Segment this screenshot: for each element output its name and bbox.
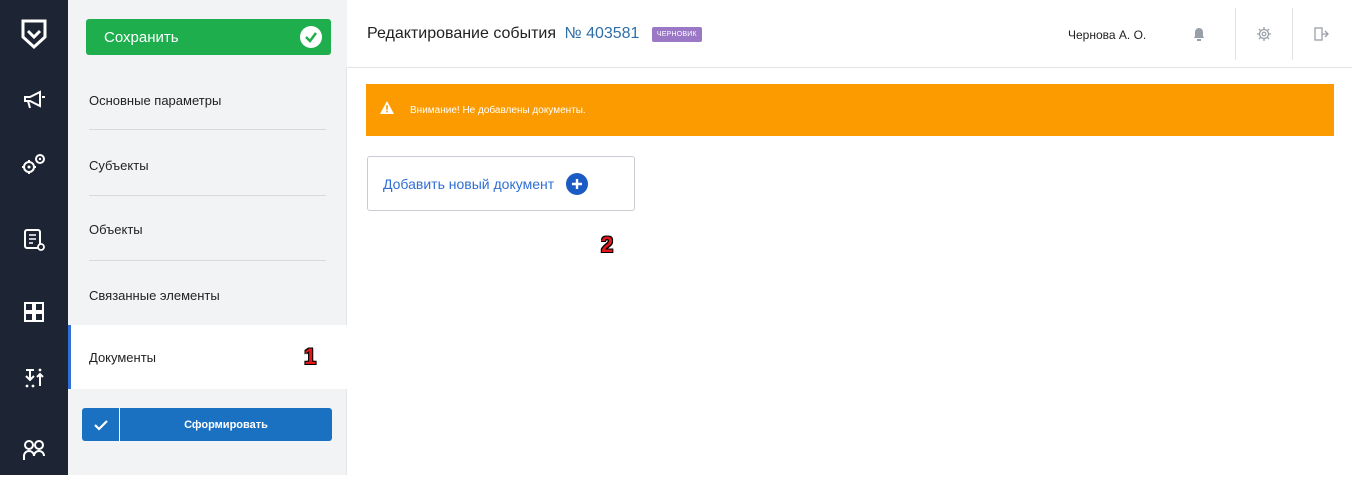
- gear-icon[interactable]: [1236, 16, 1292, 52]
- plus-circle-icon: [566, 172, 589, 195]
- document-list-icon[interactable]: [0, 208, 68, 272]
- warning-alert: Внимание! Не добавлены документы.: [366, 84, 1334, 136]
- nav-divider: [89, 195, 326, 196]
- nav-item-label: Субъекты: [89, 157, 149, 173]
- bell-icon[interactable]: [1171, 16, 1227, 52]
- nav-item-label: Объекты: [89, 221, 143, 237]
- annotation-marker-1: 1: [304, 344, 317, 369]
- check-icon: [82, 408, 120, 441]
- gears-icon[interactable]: [0, 132, 68, 196]
- page-title-text: Редактирование события: [367, 25, 556, 42]
- nav-item-label: Документы: [89, 349, 157, 365]
- users-icon[interactable]: [0, 418, 68, 482]
- nav-item-objects[interactable]: Объекты: [68, 197, 347, 261]
- page-header: Редактирование события № 403581 ЧЕРНОВИК…: [347, 0, 1352, 68]
- check-circle-icon: [300, 26, 322, 48]
- nav-item-related-elements[interactable]: Связанные элементы: [68, 263, 347, 327]
- save-button[interactable]: Сохранить: [86, 19, 331, 55]
- megaphone-icon[interactable]: [0, 68, 68, 132]
- save-area: Сохранить: [68, 0, 347, 68]
- nav-item-label: Связанные элементы: [89, 287, 220, 303]
- event-number: № 403581: [564, 25, 640, 42]
- form-button[interactable]: Сформировать: [82, 408, 332, 441]
- section-nav: Сохранить Основные параметры Субъекты Об…: [68, 0, 347, 475]
- nav-divider: [89, 260, 326, 261]
- warning-icon: [380, 101, 394, 119]
- warning-text: Внимание! Не добавлены документы.: [410, 104, 586, 116]
- logout-icon[interactable]: [1293, 16, 1349, 52]
- app-rail: [0, 0, 68, 475]
- nav-divider: [89, 129, 326, 130]
- nav-item-main-params[interactable]: Основные параметры: [68, 68, 347, 132]
- page-title: Редактирование события № 403581 ЧЕРНОВИК: [367, 25, 702, 43]
- status-badge: ЧЕРНОВИК: [651, 27, 702, 42]
- save-button-label: Сохранить: [104, 28, 179, 46]
- add-document-button[interactable]: Добавить новый документ: [367, 156, 635, 211]
- annotation-marker-2: 2: [601, 232, 614, 257]
- sort-arrows-icon[interactable]: [0, 346, 68, 410]
- nav-item-subjects[interactable]: Субъекты: [68, 133, 347, 197]
- nav-item-label: Основные параметры: [89, 92, 222, 108]
- form-button-label: Сформировать: [184, 418, 268, 431]
- add-document-label: Добавить новый документ: [383, 175, 555, 192]
- dashboard-grid-icon[interactable]: [0, 280, 68, 344]
- user-name[interactable]: Чернова А. О.: [1068, 28, 1146, 42]
- logo-icon[interactable]: [0, 0, 68, 68]
